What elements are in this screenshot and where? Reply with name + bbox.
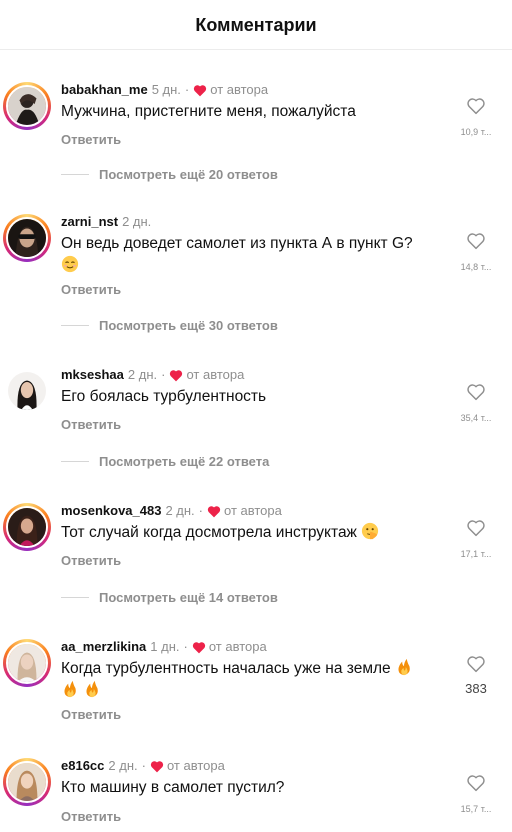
reply-button[interactable]: Ответить xyxy=(61,132,121,147)
relieved-face-icon xyxy=(61,255,79,273)
reply-button[interactable]: Ответить xyxy=(61,707,121,722)
username[interactable]: zarni_nst xyxy=(61,214,118,230)
like-count: 10,9 т... xyxy=(460,127,492,137)
avatar[interactable] xyxy=(3,214,51,262)
divider-line xyxy=(61,325,89,326)
author-liked-heart-icon xyxy=(170,369,183,381)
avatar[interactable] xyxy=(3,503,51,551)
comment-text-content: Когда турбулентность началась уже на зем… xyxy=(61,660,391,677)
reply-button[interactable]: Ответить xyxy=(61,809,121,824)
like-count: 35,4 т... xyxy=(460,413,492,423)
like-count: 17,1 т... xyxy=(460,549,492,559)
view-replies-button[interactable]: Посмотреть ещё 22 ответа xyxy=(61,454,269,469)
author-liked-label: от автора xyxy=(208,639,267,654)
comment-meta: zarni_nst 2 дн. xyxy=(61,214,151,230)
face-with-peeking-hand-icon xyxy=(362,522,379,540)
comment-meta: mosenkova_483 2 дн. · от автора xyxy=(61,503,282,519)
author-liked-heart-icon xyxy=(194,84,207,96)
header: Комментарии xyxy=(0,0,512,50)
comment-time: 5 дн. xyxy=(151,82,181,97)
reply-button[interactable]: Ответить xyxy=(61,553,121,568)
avatar[interactable] xyxy=(3,367,51,415)
comment-time: 2 дн. xyxy=(165,503,195,518)
author-liked-label: от автора xyxy=(224,503,282,518)
like-block: 35,4 т... xyxy=(456,383,496,423)
author-liked-label: от автора xyxy=(166,758,225,773)
fire-icon xyxy=(86,680,99,698)
like-block: 383 xyxy=(456,655,496,696)
separator-dot: · xyxy=(161,367,166,382)
view-replies-button[interactable]: Посмотреть ещё 14 ответов xyxy=(61,590,278,605)
heart-outline-icon[interactable] xyxy=(466,774,486,792)
username[interactable]: babakhan_me xyxy=(61,82,148,98)
view-replies-label: Посмотреть ещё 22 ответа xyxy=(99,454,270,469)
comment-time: 1 дн. xyxy=(150,639,180,654)
separator-dot: · xyxy=(141,758,146,773)
author-liked-label: от автора xyxy=(210,82,269,97)
username[interactable]: e816cc xyxy=(61,758,104,774)
avatar[interactable] xyxy=(3,639,51,687)
comment-text: Кто машину в самолет пустил? xyxy=(61,779,285,796)
comment-text: Тот случай когда досмотрела инструктаж xyxy=(61,522,441,544)
view-replies-label: Посмотреть ещё 20 ответов xyxy=(99,167,278,182)
fire-icon xyxy=(398,658,410,676)
page-title: Комментарии xyxy=(195,15,317,35)
comment-time: 2 дн. xyxy=(122,214,152,229)
view-replies-label: Посмотреть ещё 14 ответов xyxy=(99,590,278,605)
like-count: 15,7 т... xyxy=(460,804,492,814)
separator-dot: · xyxy=(184,82,190,97)
comment-text-content: Он ведь доведет самолет из пункта А в пу… xyxy=(61,235,413,252)
comment-meta: mkseshaa 2 дн. · от автора xyxy=(61,367,244,383)
reply-button[interactable]: Ответить xyxy=(61,282,121,297)
heart-outline-icon[interactable] xyxy=(466,97,486,115)
view-replies-button[interactable]: Посмотреть ещё 20 ответов xyxy=(61,167,278,182)
like-count: 14,8 т... xyxy=(460,262,492,272)
comment-text: Его боялась турбулентность xyxy=(61,388,267,405)
view-replies-label: Посмотреть ещё 30 ответов xyxy=(99,318,278,333)
heart-outline-icon[interactable] xyxy=(466,232,486,250)
heart-outline-icon[interactable] xyxy=(466,383,486,401)
divider-line xyxy=(61,461,89,462)
author-liked-label: от автора xyxy=(186,367,245,382)
username[interactable]: mosenkova_483 xyxy=(61,503,161,519)
author-liked-heart-icon xyxy=(192,641,205,653)
comment-time: 2 дн. xyxy=(127,367,158,382)
like-block: 10,9 т... xyxy=(456,97,496,137)
like-count: 383 xyxy=(465,681,487,696)
heart-outline-icon[interactable] xyxy=(466,655,486,673)
comment-time: 2 дн. xyxy=(108,758,138,773)
like-block: 14,8 т... xyxy=(456,232,496,272)
username[interactable]: aa_merzlikina xyxy=(61,639,146,655)
author-liked-heart-icon xyxy=(150,760,164,772)
author-liked-heart-icon xyxy=(207,505,221,517)
avatar[interactable] xyxy=(3,758,51,806)
fire-icon xyxy=(64,680,76,698)
comment-meta: aa_merzlikina 1 дн. · от автора xyxy=(61,639,267,655)
like-block: 15,7 т... xyxy=(456,774,496,814)
divider-line xyxy=(61,597,89,598)
heart-outline-icon[interactable] xyxy=(466,519,486,537)
reply-button[interactable]: Ответить xyxy=(61,417,121,432)
like-block: 17,1 т... xyxy=(456,519,496,559)
separator-dot: · xyxy=(198,503,204,518)
divider-line xyxy=(61,174,89,175)
comment-meta: e816cc 2 дн. · от автора xyxy=(61,758,225,774)
comment-text: Он ведь доведет самолет из пункта А в пу… xyxy=(61,233,441,277)
view-replies-button[interactable]: Посмотреть ещё 30 ответов xyxy=(61,318,278,333)
separator-dot: · xyxy=(183,639,188,654)
comment-meta: babakhan_me 5 дн. · от автора xyxy=(61,82,268,98)
avatar[interactable] xyxy=(3,82,51,130)
username[interactable]: mkseshaa xyxy=(61,367,124,383)
comment-text: Когда турбулентность началась уже на зем… xyxy=(61,658,441,702)
comment-text-content: Тот случай когда досмотрела инструктаж xyxy=(61,524,357,541)
comment-text: Мужчина, пристегните меня, пожалуйста xyxy=(61,103,356,120)
